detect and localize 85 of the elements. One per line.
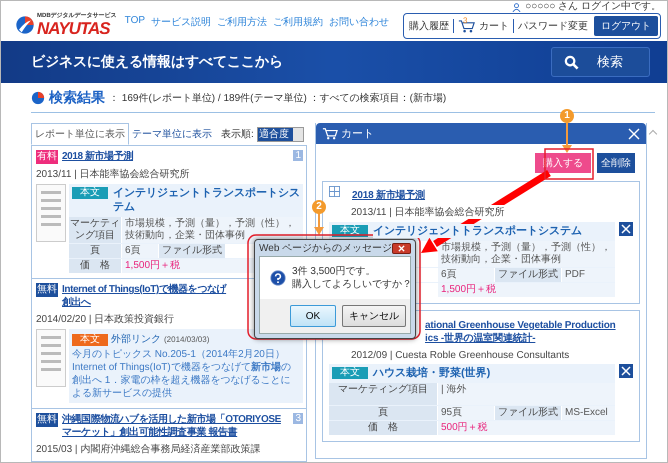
report-meta: 2014/02/20 | 日本政策投資銀行 (36, 312, 176, 326)
user-icon (512, 2, 522, 12)
result-number: 3 (293, 413, 303, 424)
external-link[interactable]: 外部リンク (111, 332, 161, 346)
theme-title: インテリジェントトランスポートシステム (113, 186, 300, 214)
remove-button[interactable] (619, 364, 633, 378)
banner-tagline: ビジネスに使える情報はすべてここから (31, 53, 283, 71)
sort-label: 表示順: (221, 128, 254, 141)
price-badge: 無料 (36, 283, 58, 297)
body-tag: 本文 (332, 225, 368, 237)
pointer-arrow (314, 213, 324, 235)
field-label: ファイル形式 (495, 406, 561, 420)
field-value: 6頁 (122, 244, 158, 258)
nav-link[interactable]: お問い合わせ (329, 15, 390, 29)
login-status: ○○○○○ さん ログイン中です。 (525, 1, 661, 13)
logout-button[interactable]: ログアウト (594, 16, 658, 36)
field-value: 6頁 (438, 268, 494, 282)
label-cell: マーケティング項目 (329, 383, 437, 405)
clear-all-button[interactable]: 全削除 (597, 153, 635, 173)
dialog-title: Web ページからのメッセージ (259, 242, 392, 255)
view-tab[interactable]: レポート単位に表示 (31, 123, 129, 145)
price-badge: 無料 (36, 413, 58, 427)
field-label: ファイル形式 (159, 244, 225, 258)
results-summary: ： 169件(レポート単位) / 189件(テーマ単位) ：すべての検索項目：(新市場) (109, 92, 446, 104)
sort-select[interactable]: 適合度 (256, 126, 304, 142)
logo-emblem-icon (15, 15, 35, 35)
cart-icon (322, 127, 338, 140)
pointer-arrow (562, 123, 572, 153)
ok-button[interactable]: OK (290, 305, 336, 327)
close-icon[interactable] (628, 128, 640, 140)
field-value: 市場規模，予測（量），予測（性），技術動向，企業・団体事例 (122, 217, 303, 243)
highlight-frame (544, 148, 594, 180)
theme-title: ハウス栽培・野菜(世界) (373, 366, 490, 380)
report-title-link[interactable]: 沖縄国際物流ハブを活用した新市場「OTORIYOSE マーケット」創出可能性調査事業 報告書 (62, 413, 290, 439)
field-value: 95頁 (438, 406, 494, 420)
nav-link[interactable]: サービス説明 (151, 15, 212, 29)
body-tag: 本文 (72, 187, 108, 199)
search-button[interactable]: 検索 (551, 47, 650, 77)
body-tag: 本文 (332, 367, 368, 379)
step-number: 2 (312, 200, 326, 214)
cart-title: カート (341, 127, 374, 141)
report-snippet: 今月のトピックス No.205-1（2014年2月20日） Internet of Things(IoT)で機器をつなげて新市場の創出へ 1．家電の枠を超え機器をつなげることによる新サービスの提供 (72, 348, 292, 400)
question-icon (270, 270, 286, 286)
report-meta: 2015/03 | 内閣府沖縄総合事務局経済産業部政策課 (36, 442, 262, 456)
link-date: (2014/03/03) (164, 334, 210, 344)
field-label: 価 格 (69, 259, 121, 273)
price-badge: 有料 (36, 150, 58, 164)
field-label: 頁 (69, 244, 121, 258)
cart-link[interactable]: カート (479, 19, 509, 33)
grid-icon (329, 186, 340, 197)
price-value: 1,500円＋税 (438, 283, 615, 297)
nav-link[interactable]: ご利用規約 (273, 15, 324, 29)
report-meta: 2012/09 | Cuesta Roble Greenhouse Consultants (351, 350, 570, 361)
body-tag: 本文 (72, 334, 108, 346)
report-title-link[interactable]: 2018 新市場予測 (62, 150, 290, 163)
field-label: ファイル形式 (495, 268, 561, 282)
field-value: MS-Excel (562, 406, 615, 420)
result-number: 1 (293, 150, 303, 161)
report-meta: 2013/11 | 日本能率協会総合研究所 (36, 168, 191, 181)
field-value: 市場規模，予測（量），予測（性），技術動向，企業・団体事例 (438, 241, 615, 267)
cancel-button[interactable]: キャンセル (342, 305, 406, 327)
report-title-link[interactable]: 2018 新市場予測 (352, 189, 426, 202)
nav-link[interactable]: TOP (124, 15, 146, 29)
field-value: PDF (562, 268, 615, 282)
logo-wordmark: NAYUTAS (37, 20, 112, 38)
step-number: 1 (560, 109, 574, 123)
close-button[interactable] (392, 242, 411, 254)
report-title-link[interactable]: ational Greenhouse Vegetable Production ics -世界の温室関連統計- (425, 319, 616, 345)
label-cell: 頁 (329, 406, 437, 420)
nav-link[interactable]: ご利用方法 (217, 15, 268, 29)
purchase-history-link[interactable]: 購入履歴 (409, 19, 449, 33)
close-icon (397, 244, 406, 252)
remove-button[interactable] (619, 222, 633, 236)
report-meta: 2013/11 | 日本能率協会総合研究所 (351, 205, 505, 219)
results-logo-icon (31, 90, 45, 104)
document-thumbnail (36, 329, 66, 387)
change-password-link[interactable]: パスワード変更 (518, 19, 588, 33)
theme-title: インテリジェントトランスポートシステム (373, 224, 582, 238)
field-label: マーケティング項目 (69, 217, 121, 243)
document-thumbnail (36, 184, 66, 242)
price-value: 500円＋税 (438, 421, 615, 435)
results-title: 検索結果 (49, 88, 105, 106)
search-icon (564, 54, 579, 70)
field-value: | 海外 (438, 383, 615, 405)
label-cell: 価 格 (329, 421, 437, 435)
